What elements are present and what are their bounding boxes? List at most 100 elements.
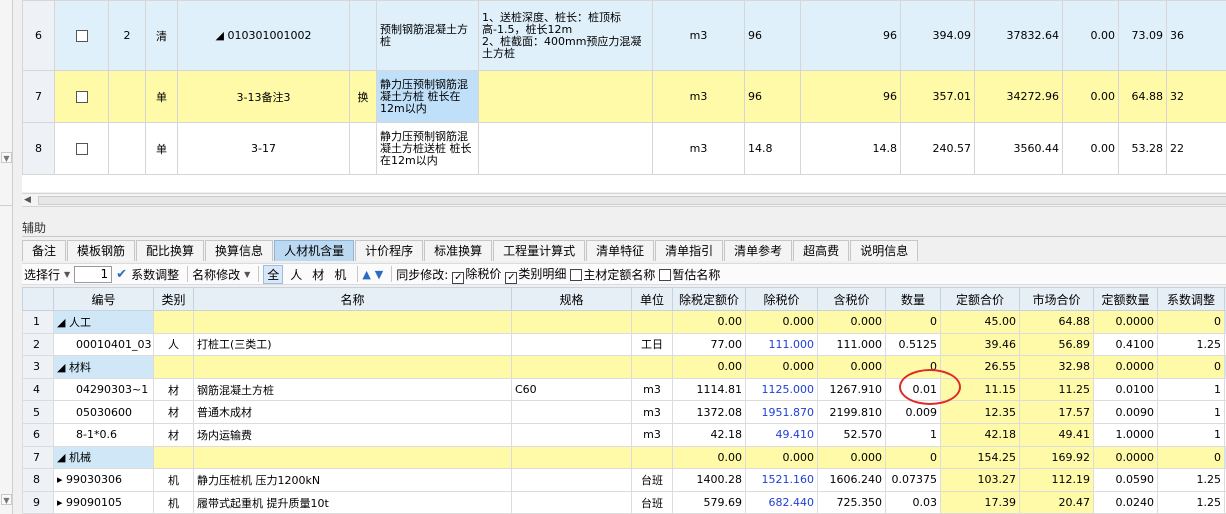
tax-included-price[interactable]: 0.000 [817,310,886,334]
swap-flag[interactable] [349,0,377,71]
tab-0[interactable]: 备注 [22,240,67,261]
quota-price[interactable]: 77.00 [672,332,746,357]
tax-excluded-price[interactable]: 0.000 [745,310,818,334]
move-up-icon[interactable]: ▲ [362,268,370,281]
checkbox-empty-icon[interactable] [570,268,583,281]
row-index[interactable]: 9 [22,490,54,514]
tab-1[interactable]: 模板钢筋 [67,240,136,261]
tax-included-price[interactable]: 725.350 [817,490,886,514]
item-number[interactable] [108,122,146,175]
resource-code[interactable]: ▸ 99030306 [53,468,154,492]
quantity[interactable]: 14.8 [800,122,901,175]
total-price[interactable]: 37832.64 [974,0,1063,71]
item-type[interactable]: 清 [145,0,178,71]
scroll-left-icon[interactable]: ◀ [24,195,31,205]
quota-price[interactable]: 1372.08 [672,400,746,424]
tax-excluded-price[interactable]: 49.410 [745,422,818,447]
resource-code[interactable]: ▸ 99090105 [53,490,154,514]
resource-name[interactable] [193,310,512,334]
item-name[interactable]: 静力压预制钢筋混凝土方桩 桩长在12m以内 [376,70,479,123]
column-header[interactable]: 编号 [53,287,154,311]
group-row[interactable]: 3 ◢ 材料 0.00 0.000 0.000 0 26.55 32.98 0.0000 0 [22,355,1226,379]
column-header[interactable]: 名称 [193,287,512,311]
row-number[interactable]: 8 [22,122,55,175]
market-total[interactable]: 64.88 [1019,310,1094,334]
market-total[interactable]: 49.41 [1019,422,1094,447]
quota-total[interactable]: 26.55 [940,355,1020,379]
coefficient[interactable]: 1.25 [1157,332,1225,357]
row-index[interactable]: 3 [22,355,54,379]
resource-category[interactable] [153,445,194,470]
checkbox-empty-icon[interactable] [75,143,88,155]
resource-name[interactable]: 钢筋混凝土方桩 [193,377,512,402]
tax-excluded-price[interactable]: 0.000 [745,445,818,470]
column-header[interactable]: 定额数量 [1093,287,1158,311]
tax-excluded-price[interactable]: 111.000 [745,332,818,357]
chevron-down-icon[interactable]: ▼ [64,270,70,279]
value-cell[interactable]: 0.00 [1062,0,1119,71]
unit-price[interactable]: 394.09 [900,0,975,71]
row-checkbox[interactable] [54,0,109,71]
resource-category[interactable]: 材 [153,422,194,447]
checkbox-checked-icon[interactable]: ✓ [505,271,518,284]
coefficient[interactable]: 1 [1157,422,1225,447]
bill-row[interactable]: 7 单 3-13备注3 换静力压预制钢筋混凝土方桩 桩长在12m以内 m3 96 96 357… [22,70,1226,123]
market-total[interactable]: 17.57 [1019,400,1094,424]
bill-row[interactable]: 8 单 3-17 静力压预制钢筋混凝土方桩送桩 桩长在12m以内 m3 14.8 14.8 2… [22,122,1226,175]
coefficient-adjust-button[interactable]: 系数调整 [131,266,179,283]
row-number[interactable]: 7 [22,70,55,123]
resource-unit[interactable]: m3 [631,422,673,447]
quota-quantity[interactable]: 0.0240 [1093,490,1158,514]
item-feature[interactable] [478,70,653,123]
tax-excluded-price[interactable]: 1951.870 [745,400,818,424]
resource-unit[interactable] [631,310,673,334]
tab-8[interactable]: 清单特征 [586,240,655,261]
resource-code[interactable]: ◢ 人工 [53,310,154,334]
quota-quantity[interactable]: 0.0590 [1093,468,1158,492]
column-header[interactable]: 单位 [631,287,673,311]
rename-dropdown[interactable]: 名称修改 [192,266,240,283]
resource-quantity[interactable]: 0 [885,355,941,379]
swap-flag[interactable]: 换 [349,70,377,123]
tab-4[interactable]: 人材机含量 [274,240,355,261]
resource-row[interactable]: 8 ▸ 99030306 机静力压桩机 压力1200kN 台班 1400.28 1521.… [22,468,1226,492]
row-checkbox[interactable] [54,70,109,123]
resource-name[interactable]: 静力压桩机 压力1200kN [193,468,512,492]
resource-row[interactable]: 4 04290303~1 材钢筋混凝土方桩 C60 m3 1114.81 1125.000 1… [22,377,1226,402]
chevron-down-icon[interactable]: ▼ [244,270,250,279]
coefficient[interactable]: 1.25 [1157,468,1225,492]
quota-quantity[interactable]: 1.0000 [1093,422,1158,447]
checkbox-empty-icon[interactable] [75,30,88,42]
resource-spec[interactable] [511,468,632,492]
resource-spec[interactable] [511,355,632,379]
bill-row[interactable]: 6 2 清 ◢ 010301001002 预制钢筋混凝土方桩 1、送桩深度、桩长：桩顶标高… [22,0,1226,71]
scroll-down-icon[interactable]: ▼ [1,494,12,505]
quota-quantity[interactable]: 0.0100 [1093,377,1158,402]
column-header[interactable]: 数量 [885,287,941,311]
resource-code[interactable]: 05030600 [53,400,154,424]
unit-price[interactable]: 240.57 [900,122,975,175]
item-code[interactable]: 3-17 [177,122,350,175]
resource-code[interactable]: 8-1*0.6 [53,422,154,447]
item-name[interactable]: 静力压预制钢筋混凝土方桩送桩 桩长在12m以内 [376,122,479,175]
column-header[interactable]: 规格 [511,287,632,311]
total-price[interactable]: 34272.96 [974,70,1063,123]
resource-row[interactable]: 6 8-1*0.6 材场内运输费 m3 42.18 49.410 52.570 1 42.18 4… [22,422,1226,447]
coefficient[interactable]: 0 [1157,310,1225,334]
quota-price[interactable]: 579.69 [672,490,746,514]
value-cell[interactable]: 73.09 [1118,0,1167,71]
unit-price[interactable]: 357.01 [900,70,975,123]
checkbox-empty-icon[interactable] [659,268,672,281]
tab-2[interactable]: 配比换算 [136,240,205,261]
resource-category[interactable]: 机 [153,468,194,492]
row-index[interactable]: 7 [22,445,54,470]
column-header[interactable]: 含税价 [817,287,886,311]
scrollbar-thumb[interactable] [38,196,1226,205]
column-header[interactable]: 除税定额价 [672,287,746,311]
value-cell[interactable]: 22 [1166,122,1226,175]
item-number[interactable]: 2 [108,0,146,71]
coefficient[interactable]: 1.25 [1157,490,1225,514]
item-code[interactable]: 3-13备注3 [177,70,350,123]
resource-quantity[interactable]: 0.07375 [885,468,941,492]
quota-quantity[interactable]: 0.0000 [1093,445,1158,470]
